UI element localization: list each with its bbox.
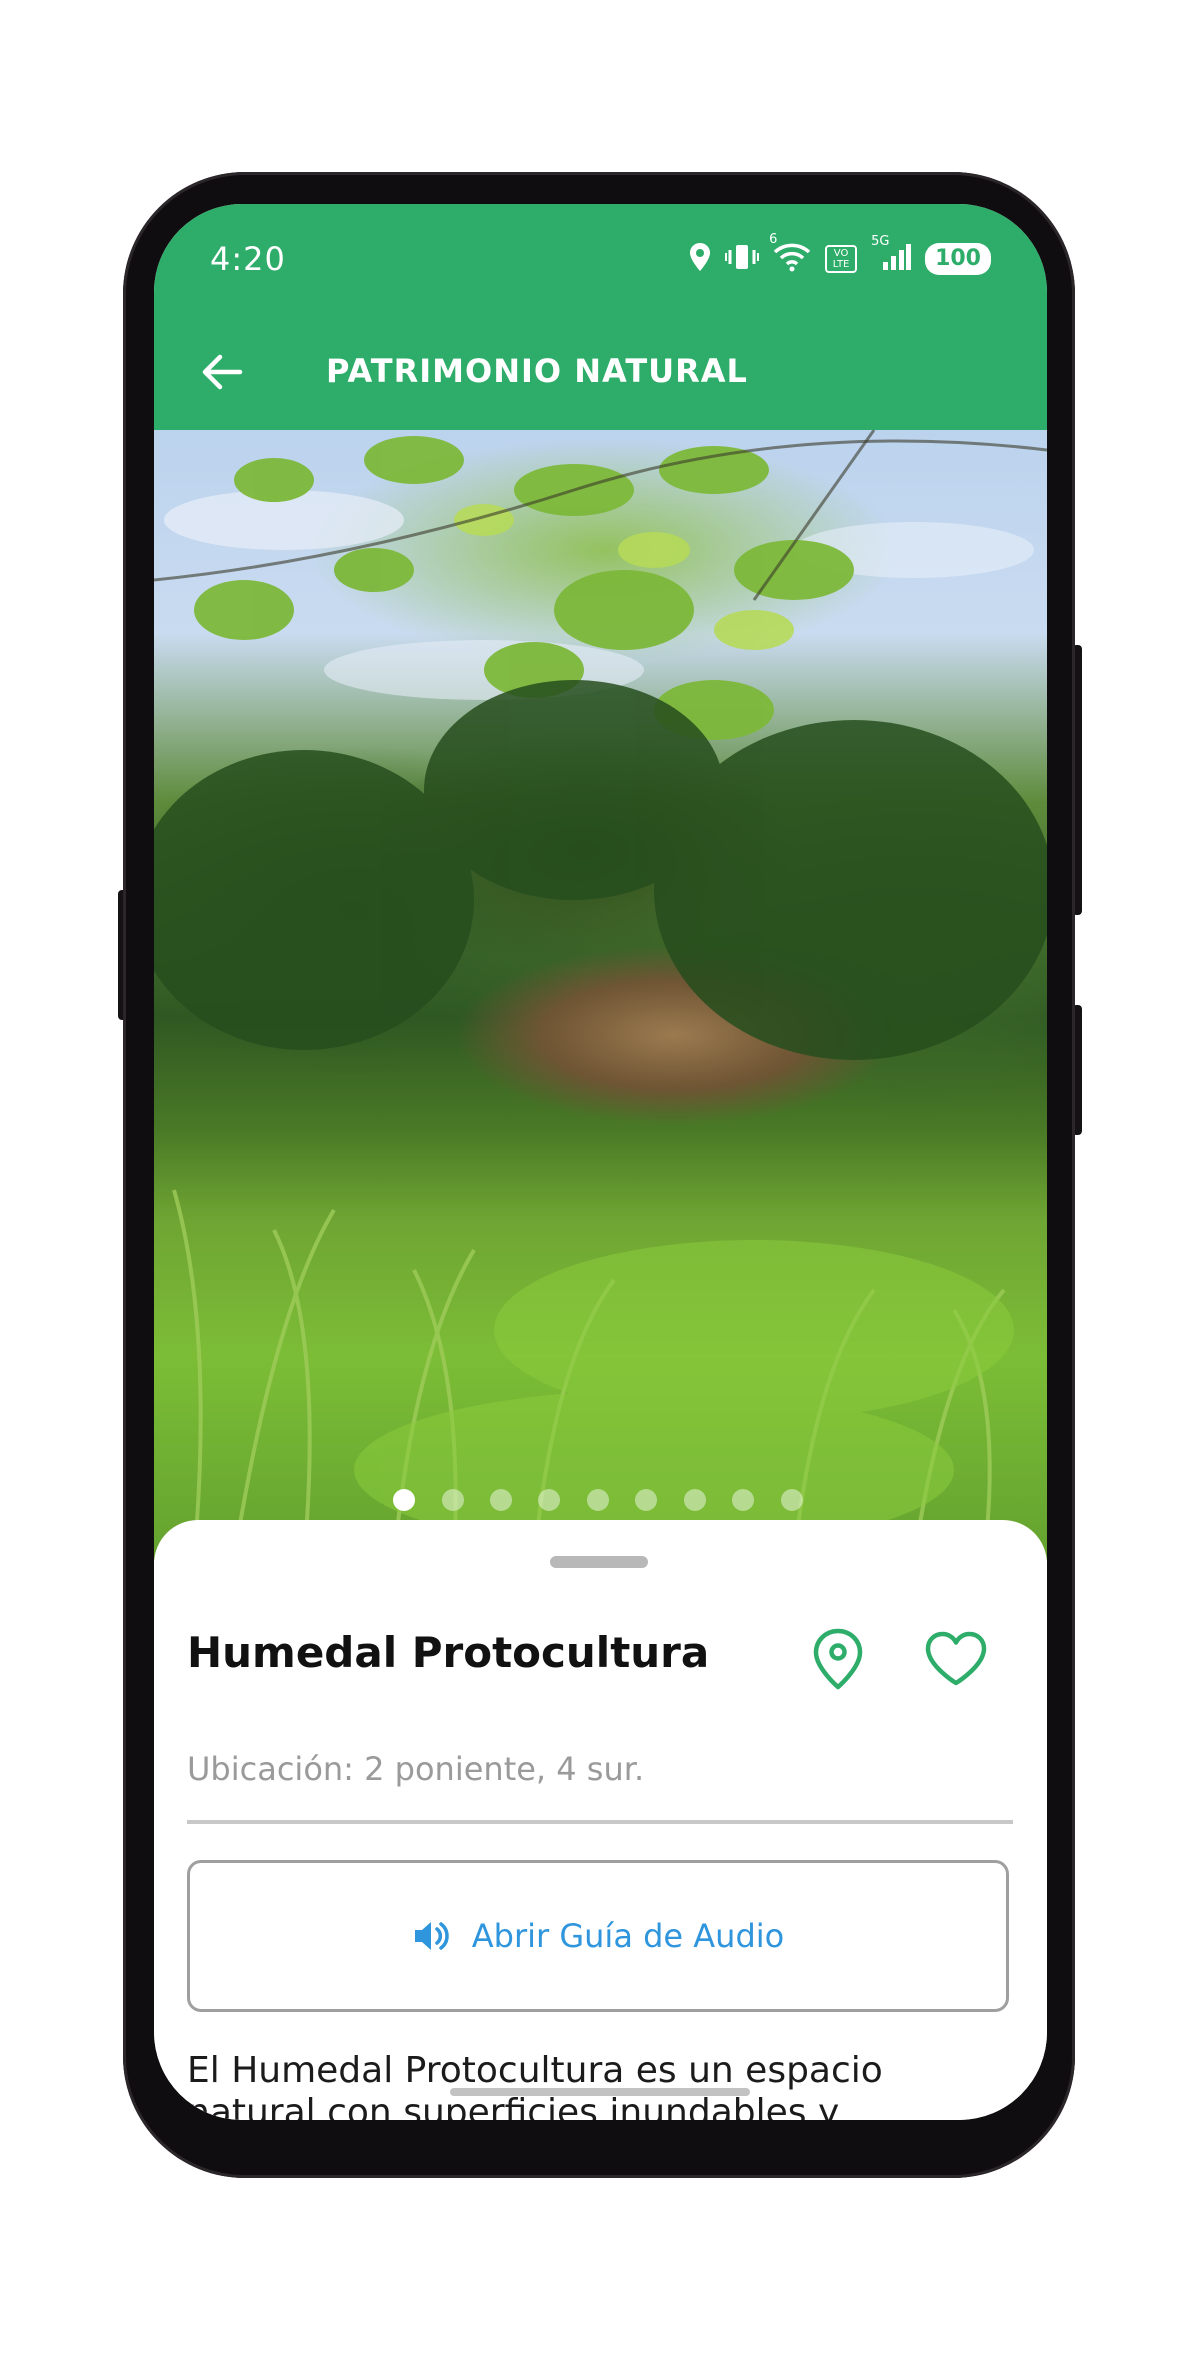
location-status-icon [689,242,711,276]
gallery-pagination [154,1489,1047,1513]
details-sheet: Humedal Protocultura Ubicación: 2 ponien… [154,1520,1047,2120]
status-bar: 4:20 6 VO LTE 5G 100 [154,204,1047,314]
page-dot[interactable] [732,1489,754,1511]
wifi-badge: 6 [769,232,778,247]
sheet-drag-handle[interactable] [550,1556,648,1568]
open-audio-guide-button[interactable]: Abrir Guía de Audio [187,1860,1009,2012]
page-dot[interactable] [442,1489,464,1511]
favorite-button[interactable] [920,1624,992,1694]
foliage-decoration [154,430,1047,1560]
heart-icon [925,1631,987,1686]
audio-button-label: Abrir Guía de Audio [471,1917,785,1955]
place-title: Humedal Protocultura [187,1628,710,1677]
page-title: PATRIMONIO NATURAL [326,352,748,390]
page-dot[interactable] [684,1489,706,1511]
arrow-left-icon [202,354,243,390]
app-bar: PATRIMONIO NATURAL [154,314,1047,430]
page-dot[interactable] [587,1489,609,1511]
back-button[interactable] [192,342,252,402]
speaker-icon [414,1922,449,1950]
page-dot[interactable] [635,1489,657,1511]
place-description: El Humedal Protocultura es un espacio na… [187,2050,883,2120]
vibrate-bluetooth-icon [725,242,760,276]
home-indicator[interactable] [450,2088,750,2096]
status-time: 4:20 [210,240,286,278]
battery-indicator: 100 [925,243,991,275]
map-location-button[interactable] [806,1624,870,1694]
divider [187,1820,1013,1824]
network-type: 5G [871,234,890,249]
page-dot[interactable] [538,1489,560,1511]
volte-badge: VO LTE [825,245,858,273]
phone-screen: 4:20 6 VO LTE 5G 100 PATRIMONIO NATURAL [154,204,1047,2120]
map-pin-icon [813,1628,863,1690]
location-text: Ubicación: 2 poniente, 4 sur. [187,1750,645,1788]
signal-icon: 5G [871,234,912,276]
wifi-icon: 6 [769,232,811,276]
status-icons: 6 VO LTE 5G 100 [689,232,991,276]
page-dot[interactable] [781,1489,803,1511]
wetland-photo[interactable] [154,430,1047,1560]
page-dot[interactable] [490,1489,512,1511]
page-dot[interactable] [393,1489,415,1511]
